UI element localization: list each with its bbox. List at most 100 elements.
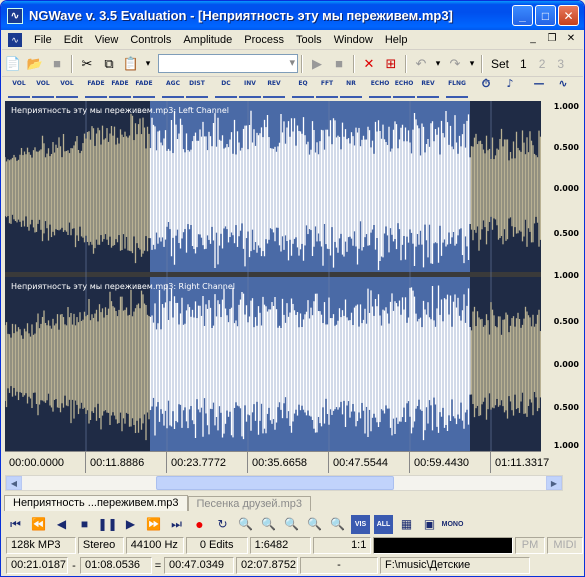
preset-3[interactable]: 3 bbox=[557, 57, 564, 71]
time-ruler[interactable]: 00:00.0000 00:11.8886 00:23.7772 00:35.6… bbox=[5, 451, 549, 473]
maximize-button[interactable]: □ bbox=[535, 5, 556, 26]
effect-reverb[interactable]: REV bbox=[417, 80, 439, 98]
effect-vol-2[interactable]: VOL bbox=[32, 80, 54, 98]
minimize-button[interactable]: _ bbox=[512, 5, 533, 26]
select-all-icon[interactable]: ALL bbox=[374, 514, 393, 534]
grid-icon[interactable]: ▦ bbox=[397, 515, 416, 534]
waveform-canvas[interactable] bbox=[5, 101, 541, 451]
tab-active-file[interactable]: Неприятность ...переживем.mp3 bbox=[4, 495, 188, 511]
stop-icon[interactable]: ■ bbox=[75, 515, 94, 534]
menu-help[interactable]: Help bbox=[379, 34, 414, 46]
effect-nr[interactable]: NR bbox=[340, 80, 362, 98]
effect-fade-2[interactable]: FADE bbox=[109, 80, 131, 98]
preset-1[interactable]: 1 bbox=[520, 57, 527, 71]
menu-file[interactable]: File bbox=[28, 34, 58, 46]
menu-view[interactable]: View bbox=[89, 34, 125, 46]
effect-eq[interactable]: EQ bbox=[292, 80, 314, 98]
go-end-icon[interactable]: ⏭ bbox=[167, 515, 186, 534]
tempo-icon[interactable]: ⏱ bbox=[475, 78, 497, 98]
redo-dropdown-icon[interactable]: ▾ bbox=[467, 54, 477, 74]
waveform-view[interactable]: Неприятность эту мы переживем.mp3: Left … bbox=[5, 101, 541, 451]
selection-length: 00:47.0349 bbox=[164, 557, 234, 574]
pause-icon[interactable]: ❚❚ bbox=[97, 515, 117, 534]
scroll-left-icon[interactable]: ◀ bbox=[6, 476, 22, 490]
transport-bar: ⏮ ⏪ ◀ ■ ❚❚ ▶ ⏩ ⏭ ● ↻ 🔍 🔍 🔍 🔍 🔍 VIS ALL ▦… bbox=[2, 513, 583, 535]
scale-right-upper: 0.500 bbox=[553, 317, 579, 326]
effect-echo-1[interactable]: ECHO bbox=[369, 80, 391, 98]
redo-icon[interactable]: ↷ bbox=[445, 54, 465, 74]
effect-dc[interactable]: DC bbox=[215, 80, 237, 98]
record-icon[interactable]: ● bbox=[190, 515, 209, 534]
effect-inv[interactable]: INV bbox=[239, 80, 261, 98]
effect-echo-2[interactable]: ECHO bbox=[393, 80, 415, 98]
document-tabs: Неприятность ...переживем.mp3 Песенка др… bbox=[2, 493, 583, 511]
effect-rev[interactable]: REV bbox=[263, 80, 285, 98]
tab-inactive-file[interactable]: Песенка друзей.mp3 bbox=[187, 496, 312, 511]
cursor-position: - bbox=[300, 557, 378, 574]
play-toolbar-icon[interactable]: ▶ bbox=[307, 54, 327, 74]
stop-toolbar-icon[interactable]: ■ bbox=[329, 54, 349, 74]
horizontal-scrollbar[interactable]: ◀ ▶ bbox=[5, 475, 563, 491]
play-icon[interactable]: ▶ bbox=[121, 515, 140, 534]
copy-icon[interactable]: ⧉ bbox=[99, 54, 119, 74]
scroll-right-icon[interactable]: ▶ bbox=[546, 476, 562, 490]
doc-minimize-button[interactable]: _ bbox=[525, 32, 541, 46]
title-bar[interactable]: ∿ NGWave v. 3.5 Evaluation - [Неприятнос… bbox=[1, 1, 584, 30]
scale-left-upper: 0.500 bbox=[553, 143, 579, 152]
loop-icon[interactable]: ↻ bbox=[213, 515, 232, 534]
preset-2[interactable]: 2 bbox=[539, 57, 546, 71]
effect-vol-3[interactable]: VOL bbox=[56, 80, 78, 98]
total-length: 02:07.8752 bbox=[236, 557, 298, 574]
status-rate: 44100 Hz bbox=[125, 537, 184, 554]
time-tick: 00:00.0000 bbox=[5, 452, 86, 473]
doc-close-button[interactable]: ✕ bbox=[563, 32, 579, 46]
effect-fft[interactable]: FFT bbox=[316, 80, 338, 98]
effects-toolbar: VOL VOL VOL FADE FADE FADE AGC DIST DC I… bbox=[2, 78, 583, 100]
zoom-out-icon[interactable]: 🔍 bbox=[259, 515, 278, 534]
status-mode: Stereo bbox=[77, 537, 124, 554]
effect-fade-1[interactable]: FADE bbox=[85, 80, 107, 98]
markers-icon[interactable]: ▣ bbox=[420, 515, 439, 534]
effect-vol-1[interactable]: VOL bbox=[8, 80, 30, 98]
paste-dropdown-icon[interactable]: ▾ bbox=[143, 54, 153, 74]
undo-dropdown-icon[interactable]: ▾ bbox=[433, 54, 443, 74]
menu-controls[interactable]: Controls bbox=[124, 34, 177, 46]
fast-forward-icon[interactable]: ⏩ bbox=[144, 515, 163, 534]
zoom-vertical-out-icon[interactable]: 🔍 bbox=[328, 515, 347, 534]
cut-icon[interactable]: ✂ bbox=[77, 54, 97, 74]
generate-silence-icon[interactable]: — bbox=[528, 78, 550, 98]
scale-right-zero: 0.000 bbox=[553, 360, 579, 369]
effect-fade-3[interactable]: FADE bbox=[133, 80, 155, 98]
effect-dist[interactable]: DIST bbox=[186, 80, 208, 98]
effect-flng[interactable]: FLNG bbox=[446, 80, 468, 98]
effect-agc[interactable]: AGC bbox=[162, 80, 184, 98]
go-start-icon[interactable]: ⏮ bbox=[6, 515, 25, 534]
zoom-in-icon[interactable]: 🔍 bbox=[236, 515, 255, 534]
trim-icon[interactable]: ⊞ bbox=[381, 54, 401, 74]
zoom-vertical-in-icon[interactable]: 🔍 bbox=[305, 515, 324, 534]
close-button[interactable]: ✕ bbox=[558, 5, 579, 26]
menu-tools[interactable]: Tools bbox=[290, 34, 328, 46]
mono-icon[interactable]: MONO bbox=[442, 515, 464, 534]
document-icon[interactable]: ∿ bbox=[8, 32, 22, 47]
zoom-selection-icon[interactable]: 🔍 bbox=[282, 515, 301, 534]
menu-window[interactable]: Window bbox=[328, 34, 379, 46]
preset-combo[interactable] bbox=[158, 54, 298, 73]
zoom-full-icon[interactable]: VIS bbox=[351, 514, 370, 534]
save-icon[interactable]: ■ bbox=[47, 54, 67, 74]
paste-icon[interactable]: 📋 bbox=[121, 54, 141, 74]
delete-icon[interactable]: ✕ bbox=[359, 54, 379, 74]
pitch-icon[interactable]: ♪ bbox=[499, 78, 521, 98]
scroll-thumb[interactable] bbox=[156, 476, 394, 490]
status-format: 128k MP3 bbox=[6, 537, 76, 554]
open-folder-icon[interactable]: 📂 bbox=[25, 54, 45, 74]
menu-process[interactable]: Process bbox=[238, 34, 290, 46]
menu-amplitude[interactable]: Amplitude bbox=[177, 34, 238, 46]
menu-edit[interactable]: Edit bbox=[58, 34, 89, 46]
doc-restore-button[interactable]: ❐ bbox=[544, 32, 560, 46]
play-reverse-icon[interactable]: ◀ bbox=[52, 515, 71, 534]
undo-icon[interactable]: ↶ bbox=[411, 54, 431, 74]
new-file-icon[interactable]: 📄 bbox=[3, 54, 23, 74]
rewind-icon[interactable]: ⏪ bbox=[29, 515, 48, 534]
generate-tone-icon[interactable]: ∿ bbox=[552, 78, 574, 98]
